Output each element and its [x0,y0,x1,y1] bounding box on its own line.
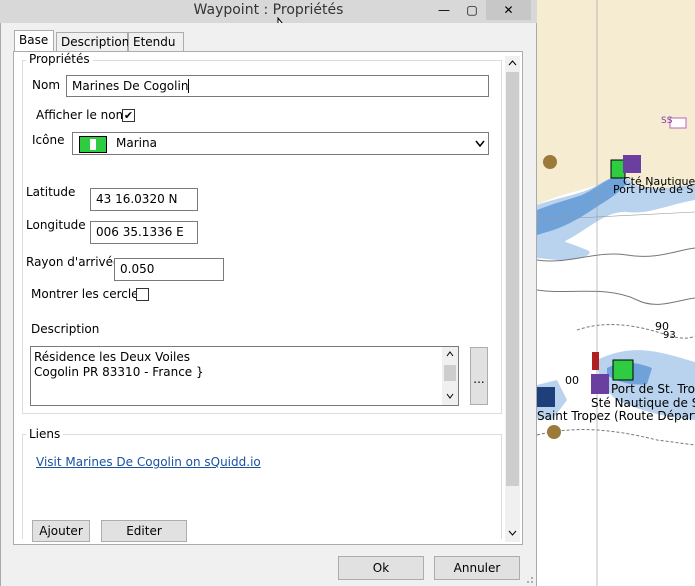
chart-svg [537,0,695,586]
show-circles-checkbox[interactable] [136,288,149,301]
minimize-icon: — [438,3,450,17]
icon-select[interactable]: Marina [72,132,489,155]
tab-etendu-label: Etendu [133,35,176,49]
chevron-down-icon [475,140,485,148]
panel-scroll-down-icon [508,530,517,536]
description-line-2: Cogolin PR 83310 - France } [34,365,204,379]
scroll-down-icon [446,393,454,399]
map-label-depth2: 93 [663,330,676,341]
show-name-checkbox[interactable]: ✔ [122,109,135,122]
panel-scrollbar[interactable] [505,56,520,542]
edit-link-button[interactable]: Editer [101,520,187,542]
icon-label: Icône [32,133,65,147]
links-group-label: Liens [26,427,64,441]
squidd-link[interactable]: Visit Marines De Cogolin on sQuidd.io [36,455,261,469]
close-button[interactable]: ✕ [486,0,531,20]
latitude-label: Latitude [26,185,76,199]
links-group [22,434,502,539]
description-edit-button[interactable]: ... [470,347,488,405]
tab-etendu[interactable]: Etendu [128,32,184,52]
radius-input[interactable]: 0.050 [114,258,224,281]
cancel-button[interactable]: Annuler [434,556,520,580]
description-label: Description [31,322,100,336]
latitude-value: 43 16.0320 N [96,192,178,206]
ok-button[interactable]: Ok [338,556,424,580]
map-label-depth3: 00 [565,374,579,387]
map-label-port3: Saint Tropez [537,409,611,423]
minimize-button[interactable]: — [430,0,458,20]
longitude-value: 006 35.1336 E [96,225,184,239]
map-label-ss: SS [661,116,673,126]
title-bar[interactable]: Waypoint : Propriétés — ▢ ✕ [0,0,537,23]
name-label: Nom [32,78,61,92]
tab-description-label: Description [61,35,130,49]
show-circles-label: Montrer les cercles [31,287,145,301]
show-name-label: Afficher le nom [36,108,128,122]
description-scroll-thumb[interactable] [444,365,456,381]
properties-group-label: Propriétés [26,52,93,66]
map-label-cogolin-2: Port Privé de S [613,183,694,196]
add-link-button[interactable]: Ajouter [32,520,90,542]
map-label-port4: (Route Départe [614,409,695,423]
map-label-port1: Port de St. Tro [611,382,695,396]
tab-description[interactable]: Description [56,32,130,52]
chart-map[interactable]: SS Cté Nautique Port Privé de S 90 93 00… [537,0,695,586]
close-icon: ✕ [503,3,514,17]
name-input[interactable]: Marines De Cogolin [66,75,489,97]
panel-scroll-up-icon [508,60,517,66]
latitude-input[interactable]: 43 16.0320 N [90,188,198,211]
longitude-input[interactable]: 006 35.1336 E [90,221,198,244]
radius-value: 0.050 [120,262,155,276]
maximize-button[interactable]: ▢ [458,0,486,20]
scroll-up-icon [446,351,454,357]
longitude-label: Longitude [26,218,86,232]
maximize-icon: ▢ [466,3,478,17]
description-line-1: Résidence les Deux Voiles [34,350,191,364]
radius-label: Rayon d'arrivée [26,255,121,269]
description-scrollbar[interactable] [442,347,458,405]
marina-icon [79,136,107,153]
resize-grip-icon[interactable] [522,572,534,584]
description-textarea[interactable]: Résidence les Deux Voiles Cogolin PR 833… [30,346,459,406]
tab-base-label: Base [19,33,49,47]
map-label-port2: Sté Nautique de St [591,396,695,410]
name-input-value: Marines De Cogolin [72,79,189,93]
icon-select-value: Marina [116,136,157,150]
panel-scroll-thumb[interactable] [506,72,519,486]
tab-base[interactable]: Base [14,30,54,53]
